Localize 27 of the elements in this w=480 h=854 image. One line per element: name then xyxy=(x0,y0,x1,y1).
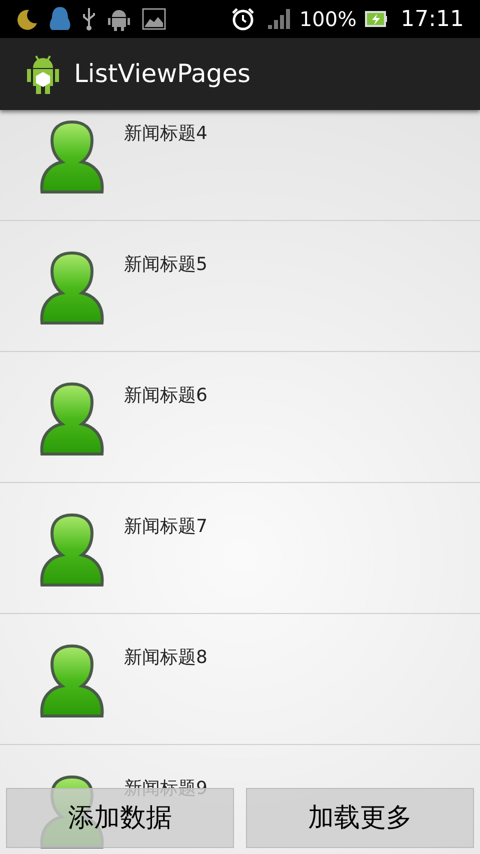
signal-icon xyxy=(267,8,292,30)
android-icon xyxy=(106,7,132,31)
alarm-clock-icon xyxy=(231,7,256,31)
list-item[interactable]: 新闻标题6 xyxy=(0,352,480,483)
news-title: 新闻标题5 xyxy=(124,253,208,277)
battery-percent: 100% xyxy=(299,6,357,33)
list-item[interactable]: 新闻标题7 xyxy=(0,483,480,614)
news-title: 新闻标题8 xyxy=(124,646,208,670)
list-item[interactable]: 新闻标题4 xyxy=(0,110,480,221)
person-icon xyxy=(38,644,106,720)
action-button[interactable]: 加载更多 xyxy=(246,788,474,848)
list-item[interactable]: 新闻标题8 xyxy=(0,614,480,745)
person-icon xyxy=(38,120,106,196)
usb-icon xyxy=(82,7,96,31)
clock-time: 17:11 xyxy=(400,6,464,34)
news-title: 新闻标题6 xyxy=(124,384,208,408)
image-icon xyxy=(142,8,166,30)
person-icon xyxy=(38,251,106,327)
moon-icon xyxy=(16,8,38,30)
person-icon xyxy=(38,382,106,458)
battery-icon xyxy=(364,10,387,28)
app-title: ListViewPages xyxy=(74,58,251,90)
news-title: 新闻标题7 xyxy=(124,515,208,539)
list-item[interactable]: 新闻标题5 xyxy=(0,221,480,352)
news-title: 新闻标题4 xyxy=(124,122,208,146)
person-icon xyxy=(38,513,106,589)
penguin-icon xyxy=(48,6,72,32)
